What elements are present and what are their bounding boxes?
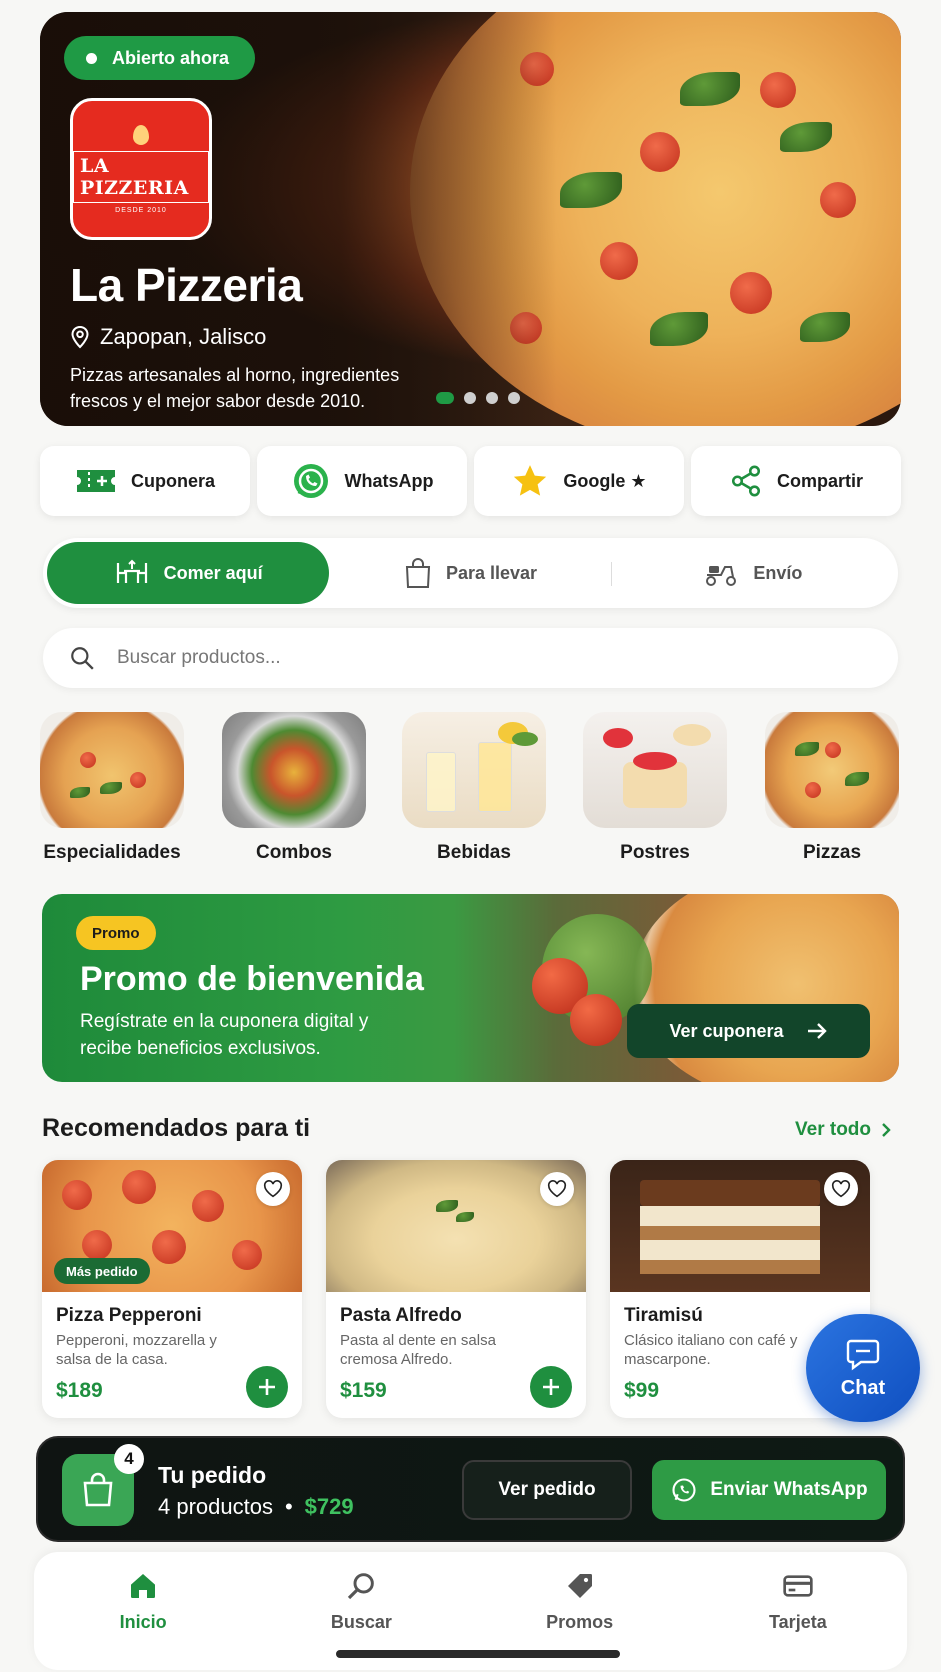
product-description: Pasta al dente en salsa cremosa Alfredo. [340, 1332, 496, 1368]
product-name: Pizza Pepperoni [56, 1305, 202, 1326]
carousel-dot[interactable] [486, 392, 498, 404]
google-review-button[interactable]: Google ★ [474, 446, 684, 516]
plus-icon [259, 1379, 275, 1395]
chevron-right-icon [882, 1123, 891, 1137]
ticket-icon [76, 470, 115, 492]
chat-bubble-icon [846, 1339, 880, 1370]
tag-icon [567, 1574, 592, 1598]
search-input[interactable] [117, 647, 817, 669]
bag-icon [405, 558, 431, 588]
restaurant-location: Zapopan, Jalisco [70, 324, 266, 350]
logo-text: LA PIZZERIA [73, 150, 209, 203]
product-card[interactable]: Pasta Alfredo Pasta al dente en salsa cr… [326, 1160, 586, 1418]
order-info: 4 productos • $729 [158, 1494, 354, 1519]
mode-takeaway[interactable]: Para llevar [329, 542, 612, 604]
add-to-cart-button[interactable] [246, 1366, 288, 1408]
category-image [40, 712, 184, 828]
share-button[interactable]: Compartir [691, 446, 901, 516]
category-bebidas[interactable]: Bebidas [402, 712, 546, 864]
whatsapp-button[interactable]: WhatsApp [257, 446, 467, 516]
most-ordered-badge: Más pedido [54, 1258, 150, 1284]
favorite-heart-icon[interactable] [256, 1172, 290, 1206]
carousel-dot[interactable] [436, 392, 454, 404]
chat-button[interactable]: Chat [806, 1314, 920, 1422]
quick-actions: Cuponera WhatsApp Google ★ Compartir [40, 446, 901, 516]
product-price: $99 [624, 1379, 660, 1402]
carousel-dot[interactable] [464, 392, 476, 404]
promo-title: Promo de bienvenida [80, 960, 424, 998]
category-combos[interactable]: Combos [222, 712, 366, 864]
send-whatsapp-button[interactable]: Enviar WhatsApp [652, 1460, 886, 1520]
shopping-bag-icon [83, 1472, 113, 1507]
cart-count-badge: 4 [114, 1444, 144, 1474]
category-postres[interactable]: Postres [583, 712, 727, 864]
status-dot-icon [86, 53, 97, 64]
card-icon [783, 1575, 813, 1597]
product-name: Tiramisú [624, 1305, 703, 1326]
restaurant-name: La Pizzeria [70, 259, 303, 311]
category-image [222, 712, 366, 828]
mode-delivery[interactable]: Envío [612, 542, 894, 604]
plus-icon [543, 1379, 559, 1395]
nav-item-tarjeta[interactable]: Tarjeta [689, 1552, 907, 1670]
order-title: Tu pedido [158, 1462, 267, 1488]
search-icon [71, 647, 94, 670]
product-description: Pepperoni, mozzarella y salsa de la casa… [56, 1332, 217, 1368]
home-icon [131, 1574, 156, 1598]
mode-dine-in[interactable]: Comer aquí [47, 542, 330, 604]
dine-in-icon [116, 559, 147, 583]
whatsapp-icon [293, 464, 328, 498]
status-badge: Abierto ahora [64, 36, 256, 80]
share-icon [731, 465, 761, 497]
whatsapp-icon [672, 1478, 696, 1502]
add-to-cart-button[interactable] [530, 1366, 572, 1408]
category-list: Especialidades Combos Bebidas Postres Pi… [40, 712, 910, 864]
nav-item-inicio[interactable]: Inicio [34, 1552, 252, 1670]
product-card[interactable]: Más pedido Pizza Pepperoni Pepperoni, mo… [42, 1160, 302, 1418]
restaurant-logo: LA PIZZERIA DESDE 2010 [70, 98, 212, 240]
order-total: $729 [304, 1494, 354, 1519]
order-summary-bar: 4 Tu pedido 4 productos • $729 Ver pedid… [36, 1436, 905, 1542]
product-name: Pasta Alfredo [340, 1305, 462, 1326]
product-price: $189 [56, 1379, 103, 1402]
location-pin-icon [71, 325, 89, 349]
logo-subtext: DESDE 2010 [115, 206, 167, 214]
search-bar[interactable] [43, 628, 898, 688]
favorite-heart-icon[interactable] [824, 1172, 858, 1206]
section-title-recommended: Recomendados para ti [42, 1114, 311, 1142]
hero-banner[interactable]: Abierto ahora LA PIZZERIA DESDE 2010 La … [40, 12, 901, 426]
scooter-icon [706, 566, 737, 586]
carousel-dot[interactable] [508, 392, 520, 404]
order-mode-selector: Comer aquí Para llevar Envío [43, 538, 898, 608]
home-indicator [336, 1650, 620, 1658]
category-image [402, 712, 546, 828]
search-icon [348, 1573, 375, 1600]
carousel-dots[interactable] [436, 392, 520, 404]
promo-description: Regístrate en la cuponera digital y reci… [80, 1011, 369, 1059]
category-pizzas[interactable]: Pizzas [765, 712, 899, 864]
star-icon [514, 465, 547, 496]
view-order-button[interactable]: Ver pedido [462, 1460, 632, 1520]
restaurant-description: Pizzas artesanales al horno, ingrediente… [70, 365, 400, 411]
arrow-right-icon [807, 1023, 827, 1039]
category-especialidades[interactable]: Especialidades [40, 712, 184, 864]
product-price: $159 [340, 1379, 387, 1402]
promo-banner[interactable]: Promo Promo de bienvenida Regístrate en … [42, 894, 899, 1082]
see-all-link[interactable]: Ver todo [795, 1119, 891, 1141]
category-image [583, 712, 727, 828]
product-description: Clásico italiano con café y mascarpone. [624, 1332, 798, 1368]
category-image [765, 712, 899, 828]
promo-badge: Promo [76, 916, 156, 950]
flame-icon [133, 124, 149, 145]
favorite-heart-icon[interactable] [540, 1172, 574, 1206]
view-coupons-button[interactable]: Ver cuponera [627, 1004, 870, 1058]
cuponera-button[interactable]: Cuponera [40, 446, 250, 516]
